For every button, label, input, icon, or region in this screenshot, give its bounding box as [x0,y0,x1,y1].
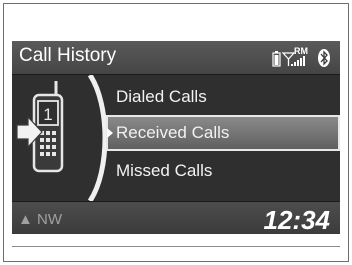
call-history-panel: 1 Dialed Calls Received Calls Missed Cal… [12,75,340,201]
selection-pointer-icon [107,128,113,138]
phone-icon: 1 [32,81,64,173]
roaming-label: RM [294,46,308,56]
menu-item-label: Missed Calls [116,161,213,180]
menu-item-label: Dialed Calls [116,87,207,106]
page-title: Call History [19,45,117,66]
menu-item-dialed-calls[interactable]: Dialed Calls [106,79,340,115]
compass-heading: NW [37,211,63,228]
menu-item-received-calls[interactable]: Received Calls [106,115,340,151]
call-history-menu: Dialed Calls Received Calls Missed Calls [106,75,340,201]
clock: 12:34 [263,205,331,234]
display-screen: Call History RM 1 Dialed Calls Received … [12,41,340,234]
bluetooth-icon [318,49,330,67]
compass-arrow-icon: ▲ [18,211,33,228]
battery-icon [272,51,281,67]
phone-line-number: 1 [43,105,52,124]
bottom-divider [12,246,340,247]
header-bar: Call History RM [12,41,340,75]
menu-item-label: Received Calls [116,123,230,142]
status-icons: RM [272,45,334,69]
compass-indicator: ▲ NW [18,211,62,228]
footer-bar: ▲ NW 12:34 [12,201,340,234]
menu-item-missed-calls[interactable]: Missed Calls [106,153,340,189]
